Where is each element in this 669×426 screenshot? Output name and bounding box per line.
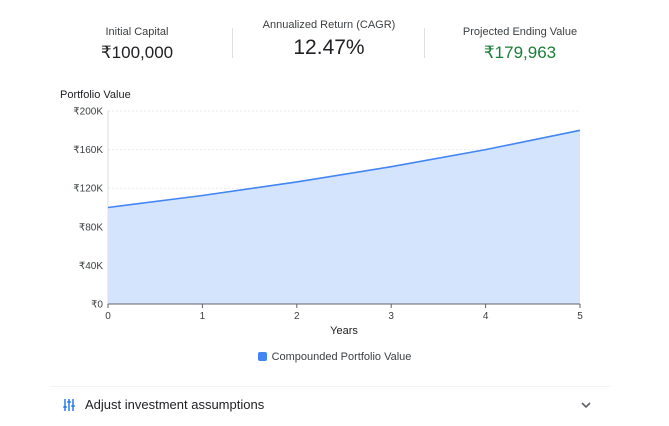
legend-swatch bbox=[257, 352, 267, 361]
chevron-down-icon[interactable] bbox=[580, 399, 592, 411]
x-tick-label: 3 bbox=[388, 311, 394, 322]
summary-stats: Initial Capital ₹100,000 Annualized Retu… bbox=[0, 0, 669, 75]
ending-value-value: ₹179,963 bbox=[483, 43, 557, 62]
stat-divider bbox=[424, 28, 425, 58]
stat-divider bbox=[232, 28, 233, 58]
initial-capital-label: Initial Capital bbox=[105, 26, 169, 38]
adjust-assumptions-accordion[interactable]: Adjust investment assumptions bbox=[50, 386, 610, 425]
ending-value-label: Projected Ending Value bbox=[462, 26, 578, 38]
initial-capital-stat: Initial Capital ₹100,000 bbox=[62, 18, 212, 64]
legend-label: Compounded Portfolio Value bbox=[271, 351, 412, 363]
y-tick-label: ₹40K bbox=[79, 261, 103, 272]
ending-value-stat: Projected Ending Value ₹179,963 bbox=[440, 18, 600, 64]
tune-icon bbox=[63, 399, 75, 411]
x-tick-label: 0 bbox=[105, 311, 111, 322]
chart-legend: Compounded Portfolio Value bbox=[0, 351, 669, 363]
x-tick-label: 1 bbox=[200, 311, 206, 322]
x-tick-label: 4 bbox=[483, 311, 489, 322]
series-area bbox=[108, 130, 580, 304]
portfolio-chart: ₹0 ₹40K ₹80K ₹120K ₹160K ₹200K 0 1 2 3 4 5 Years bbox=[73, 107, 583, 338]
x-axis-label: Years bbox=[330, 325, 358, 337]
cagr-stat: Annualized Return (CAGR) 12.47% bbox=[250, 18, 408, 59]
y-tick-label: ₹0 bbox=[91, 300, 103, 311]
adjust-assumptions-label: Adjust investment assumptions bbox=[85, 397, 265, 412]
cagr-label: Annualized Return (CAGR) bbox=[262, 19, 396, 31]
initial-capital-value: ₹100,000 bbox=[100, 43, 174, 62]
y-tick-label: ₹200K bbox=[73, 107, 103, 118]
y-tick-label: ₹120K bbox=[73, 184, 103, 195]
y-tick-label: ₹80K bbox=[79, 222, 103, 233]
y-tick-label: ₹160K bbox=[73, 145, 103, 156]
cagr-value: 12.47% bbox=[293, 36, 365, 59]
x-tick-label: 5 bbox=[577, 311, 583, 322]
x-tick-label: 2 bbox=[294, 311, 300, 322]
